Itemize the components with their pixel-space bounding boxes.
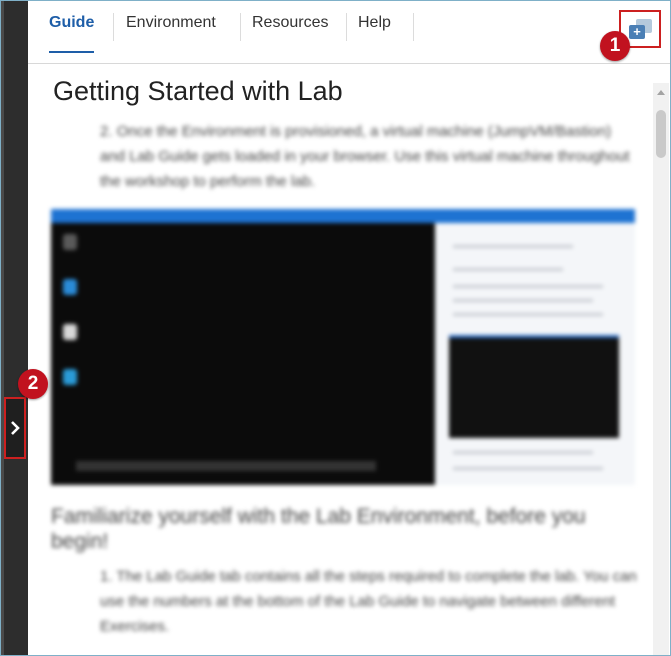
screenshot-titlebar xyxy=(51,209,635,223)
edge-browser-icon xyxy=(63,279,77,295)
tab-environment[interactable]: Environment xyxy=(115,1,227,49)
tab-bar: Guide Environment Resources Help xyxy=(28,1,670,64)
left-rail xyxy=(1,1,28,655)
scrollbar-thumb[interactable] xyxy=(656,110,666,158)
tab-divider xyxy=(413,13,414,41)
tab-resources[interactable]: Resources xyxy=(241,1,339,49)
panel-line xyxy=(453,285,603,288)
panel-line xyxy=(453,467,603,470)
expand-panel-button[interactable] xyxy=(4,397,26,459)
callout-badge-1: 1 xyxy=(600,31,630,61)
panel-line xyxy=(453,245,573,248)
environment-screenshot xyxy=(51,209,635,485)
desktop-icon xyxy=(63,234,77,250)
step-number: 2. xyxy=(100,123,113,140)
guide-content: Getting Started with Lab 2. Once the Env… xyxy=(36,64,654,655)
panel-line xyxy=(453,313,603,316)
chevron-right-icon xyxy=(11,421,20,435)
screenshot-taskbar xyxy=(76,461,376,471)
step-text: The Lab Guide tab contains all the steps… xyxy=(100,568,637,635)
panel-line xyxy=(453,451,593,454)
panel-thumbnail xyxy=(449,335,619,438)
plus-icon: + xyxy=(633,24,641,39)
panel-line xyxy=(453,268,563,271)
page-title: Getting Started with Lab xyxy=(53,76,343,106)
step-number: 1. xyxy=(100,568,113,585)
section-heading: Familiarize yourself with the Lab Enviro… xyxy=(51,505,586,553)
step-paragraph: 2. Once the Environment is provisioned, … xyxy=(100,119,640,194)
scroll-up-icon[interactable] xyxy=(657,90,665,95)
tab-divider xyxy=(113,13,114,41)
edge-browser-icon xyxy=(63,369,77,385)
lab-window: Guide Environment Resources Help + Getti… xyxy=(0,0,671,656)
rail-edge xyxy=(1,1,4,655)
tab-help[interactable]: Help xyxy=(347,1,402,49)
screenshot-lab-guide-panel xyxy=(435,223,635,485)
callout-badge-2: 2 xyxy=(18,369,48,399)
file-icon xyxy=(63,324,77,340)
content-scrollbar[interactable] xyxy=(653,83,669,655)
step-paragraph: 1. The Lab Guide tab contains all the st… xyxy=(100,564,640,639)
tab-guide[interactable]: Guide xyxy=(38,1,105,53)
panel-line xyxy=(453,299,593,302)
step-text: Once the Environment is provisioned, a v… xyxy=(100,123,630,190)
